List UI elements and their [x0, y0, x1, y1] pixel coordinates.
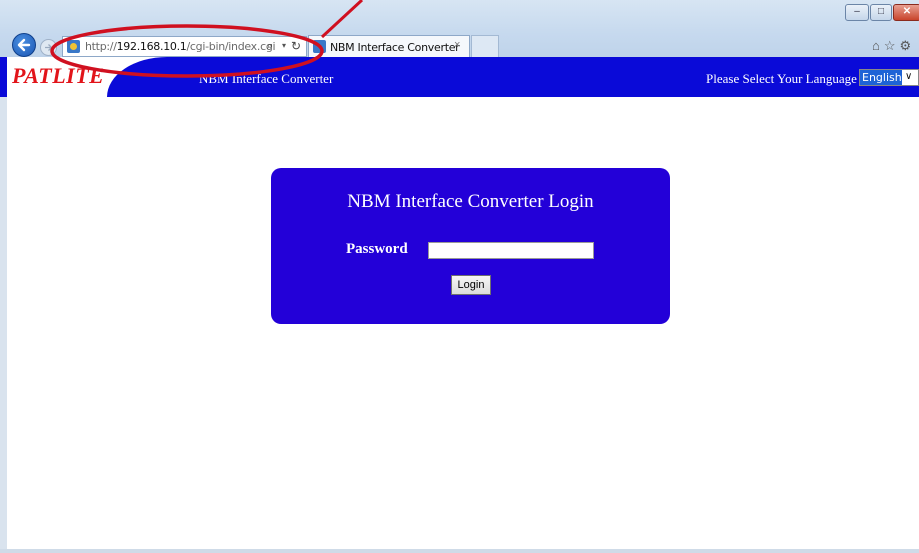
back-button[interactable]	[12, 33, 36, 57]
app-header: PATLITE NBM Interface Converter Please S…	[0, 57, 919, 97]
header-title: NBM Interface Converter	[199, 71, 334, 86]
logo: PATLITE	[7, 57, 187, 97]
star-icon[interactable]: ☆	[884, 38, 900, 53]
home-icon[interactable]: ⌂	[872, 38, 884, 53]
maximize-icon: □	[877, 6, 885, 17]
forward-icon	[45, 44, 53, 51]
minimize-icon: –	[854, 6, 860, 17]
page-frame	[0, 97, 7, 553]
chevron-down-icon: ∨	[905, 71, 913, 82]
language-label: Please Select Your Language :	[706, 71, 864, 86]
chevron-down-icon[interactable]: ▾	[282, 41, 286, 50]
logo-text: PATLITE	[12, 63, 105, 88]
language-select[interactable]: English ∨	[859, 69, 919, 86]
new-tab-button[interactable]	[471, 35, 499, 57]
login-panel: NBM Interface Converter Login Password L…	[271, 168, 670, 324]
address-bar[interactable]: http://192.168.10.1/cgi-bin/index.cgi ⌕ …	[62, 36, 307, 57]
url-text[interactable]: http://192.168.10.1/cgi-bin/index.cgi	[85, 40, 276, 53]
site-icon	[313, 40, 326, 53]
maximize-button[interactable]: □	[870, 4, 892, 21]
back-icon	[17, 38, 31, 52]
logo-swoosh	[107, 57, 187, 97]
close-icon: ✕	[902, 6, 912, 17]
password-label: Password	[346, 241, 408, 257]
login-title: NBM Interface Converter Login	[347, 191, 594, 212]
refresh-icon[interactable]: ↻	[291, 39, 301, 53]
site-icon	[67, 40, 80, 53]
close-window-button[interactable]: ✕	[893, 4, 919, 21]
tab-label: NBM Interface Converter	[330, 41, 460, 54]
forward-button[interactable]	[40, 39, 57, 56]
tab-nbm-interface[interactable]: NBM Interface Converter ×	[308, 35, 470, 57]
minimize-button[interactable]: –	[845, 4, 869, 21]
gear-icon[interactable]: ⚙	[900, 38, 916, 53]
search-icon[interactable]: ⌕	[267, 40, 273, 53]
page-frame-bottom	[0, 549, 919, 553]
browser-chrome: http://192.168.10.1/cgi-bin/index.cgi ⌕ …	[0, 0, 919, 58]
toolbar-icons: ⌂☆⚙	[872, 38, 915, 54]
password-field[interactable]	[428, 242, 594, 259]
login-button[interactable]: Login	[451, 275, 491, 295]
language-selected: English	[860, 70, 902, 85]
close-icon[interactable]: ×	[454, 39, 460, 51]
